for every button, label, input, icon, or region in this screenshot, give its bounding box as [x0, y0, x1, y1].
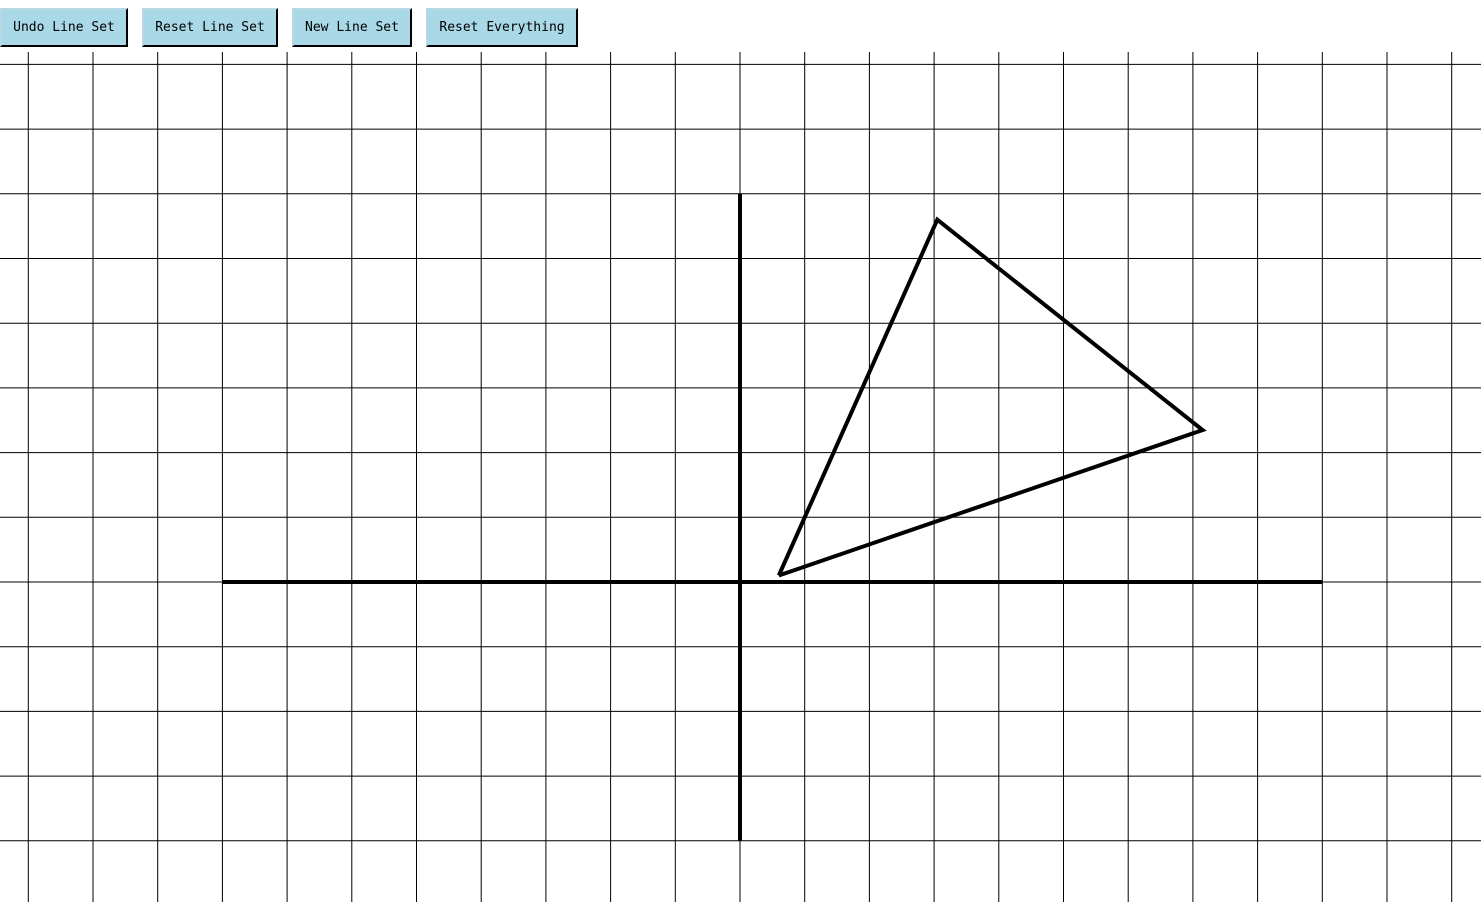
drawing-canvas[interactable] — [0, 52, 1481, 902]
line-set-triangle — [776, 216, 1207, 578]
reset-everything-button[interactable]: Reset Everything — [426, 8, 578, 47]
grid-canvas-svg[interactable] — [0, 52, 1481, 902]
undo-line-set-button[interactable]: Undo Line Set — [0, 8, 128, 47]
reset-line-set-button[interactable]: Reset Line Set — [142, 8, 278, 47]
toolbar: Undo Line Set Reset Line Set New Line Se… — [0, 0, 1481, 52]
new-line-set-button[interactable]: New Line Set — [292, 8, 412, 47]
